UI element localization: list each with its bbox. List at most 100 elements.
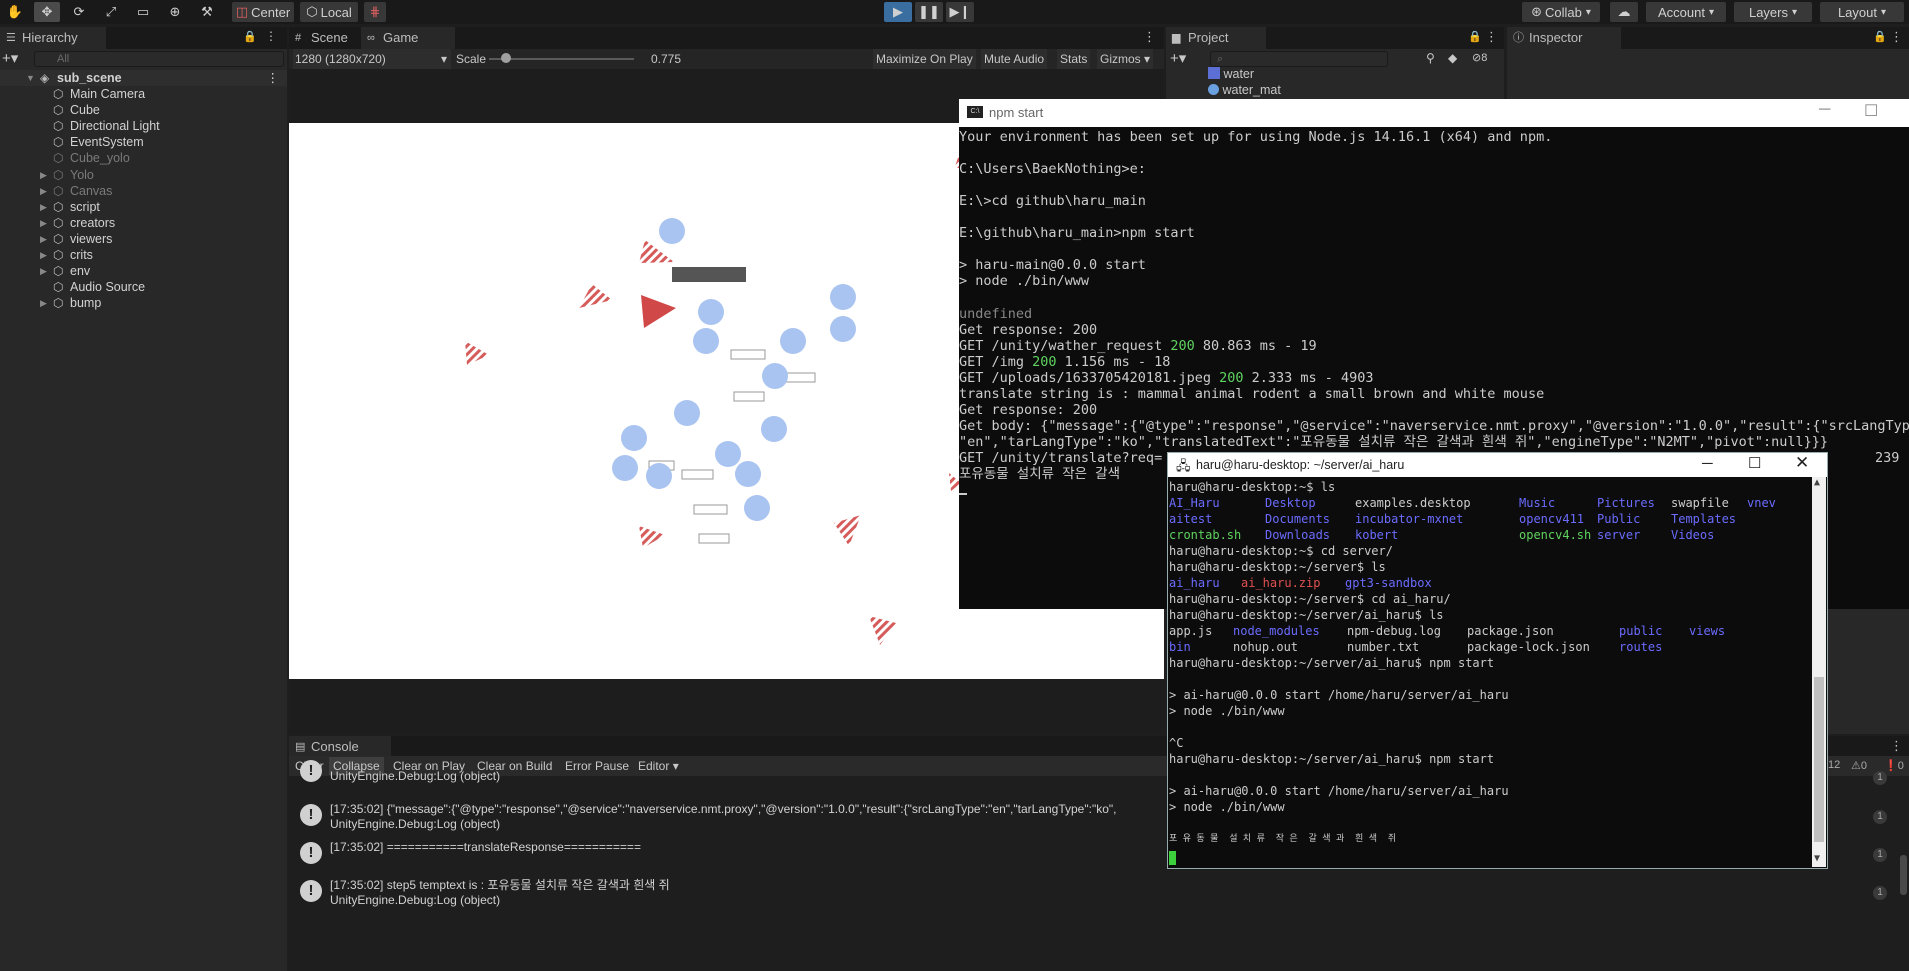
tab-project[interactable]: ▆ Project [1166, 27, 1266, 49]
resolution-dropdown[interactable]: 1280 (1280x720) ▾ [293, 49, 451, 69]
ssh-output: haru@haru-desktop:~$ ls AI_Haru Desktop ex… [1168, 479, 1808, 868]
expand-arrow-icon[interactable]: ▼ [26, 70, 35, 86]
add-icon[interactable]: +▾ [2, 49, 18, 67]
scale-slider[interactable] [489, 53, 634, 63]
ssh-scrollbar-thumb[interactable] [1814, 677, 1824, 842]
project-panel: ▆ Project 🔒 ⋮ +▾ ⌕ ⚲ ◆ ⊘8 water water_mat [1166, 27, 1504, 101]
npm-line: Get response: 200 [959, 401, 1098, 418]
transform-tool-icon[interactable]: ⊕ [162, 2, 188, 22]
filter-icon[interactable]: ⚲ [1426, 51, 1435, 65]
mute-audio-button[interactable]: Mute Audio [981, 49, 1048, 69]
ssh-close-icon[interactable]: ✕ [1795, 453, 1809, 473]
account-dropdown[interactable]: Account [1646, 2, 1726, 22]
hierarchy-item[interactable]: ▶ ⬡ crits [0, 247, 287, 263]
hierarchy-item[interactable]: ▶ ⬡ env [0, 263, 287, 279]
ls-entry: package.json [1467, 624, 1554, 638]
ssh-minimize-icon[interactable]: ─ [1702, 455, 1713, 472]
scene-menu-icon[interactable]: ⋮ [267, 70, 280, 86]
ls-entry: npm-debug.log [1347, 624, 1441, 638]
expand-arrow-icon[interactable]: ▶ [40, 295, 47, 311]
project-menu-icon[interactable]: ⋮ [1485, 29, 1498, 45]
tab-console[interactable]: ▤ Console [289, 736, 391, 758]
expand-arrow-icon[interactable]: ▶ [40, 263, 47, 279]
cloud-icon[interactable]: ☁ [1610, 2, 1638, 22]
project-search-input[interactable]: ⌕ [1210, 51, 1388, 67]
grid-snap-icon[interactable]: ⋕ [364, 2, 386, 22]
tab-hierarchy[interactable]: ☰ Hierarchy [0, 27, 106, 49]
hierarchy-item[interactable]: ▶ ⬡ viewers [0, 231, 287, 247]
collab-dropdown[interactable]: ⊛ Collab [1522, 2, 1600, 22]
hierarchy-item[interactable]: ▶ ⬡ creators [0, 215, 287, 231]
hierarchy-item[interactable]: ▶ ⬡ Yolo [0, 167, 287, 183]
ssh-titlebar[interactable]: 🖧 haru@haru-desktop: ~/server/ai_haru ─ … [1168, 453, 1827, 477]
hand-tool-icon[interactable]: ✋ [2, 2, 28, 22]
project-lock-icon[interactable]: 🔒 [1468, 30, 1482, 43]
console-log-entry[interactable]: ! [17:35:02] step5 temptext is : 포유동물 설치류… [0, 876, 1909, 910]
expand-arrow-icon[interactable]: ▶ [40, 215, 47, 231]
hierarchy-item[interactable]: ▶ ⬡ bump [0, 295, 287, 311]
play-button[interactable]: ▶ [884, 2, 912, 22]
game-menu-icon[interactable]: ⋮ [1143, 29, 1156, 45]
project-item-water-mat[interactable]: water_mat [1208, 83, 1498, 98]
label-icon[interactable]: ◆ [1448, 51, 1457, 65]
expand-arrow-icon[interactable]: ▶ [40, 231, 47, 247]
hierarchy-item[interactable]: ⬡ Cube_yolo [0, 150, 287, 166]
layers-dropdown[interactable]: Layers [1734, 2, 1812, 22]
rect-tool-icon[interactable]: ▭ [130, 2, 156, 22]
hierarchy-item[interactable]: ⬡ EventSystem [0, 134, 287, 150]
blue-dot [698, 299, 724, 325]
maximize-on-play-button[interactable]: Maximize On Play [873, 49, 976, 69]
custom-tool-icon[interactable]: ⚒ [194, 2, 220, 22]
inspector-menu-icon[interactable]: ⋮ [1890, 29, 1903, 45]
log-message: [17:35:02] step5 temptext is : 포유동물 설치류 … [330, 878, 670, 892]
ls-entry: bin [1169, 640, 1191, 654]
tab-inspector[interactable]: ⓘ Inspector [1507, 27, 1621, 49]
scale-slider-thumb[interactable] [501, 53, 511, 63]
stats-button[interactable]: Stats [1057, 49, 1091, 69]
project-add-icon[interactable]: +▾ [1170, 49, 1186, 67]
minimize-icon[interactable]: ─ [1819, 101, 1830, 119]
solid-triangle [641, 295, 676, 328]
blue-dot [646, 463, 672, 489]
console-scrollbar[interactable] [1900, 855, 1907, 895]
lock-icon[interactable]: 🔒 [243, 30, 257, 43]
hierarchy-item[interactable]: ⬡ Audio Source [0, 279, 287, 295]
striped-triangle [869, 616, 896, 645]
expand-arrow-icon[interactable]: ▶ [40, 183, 47, 199]
expand-arrow-icon[interactable]: ▶ [40, 167, 47, 183]
ssh-terminal-window[interactable]: 🖧 haru@haru-desktop: ~/server/ai_haru ─ … [1167, 452, 1828, 869]
npm-titlebar[interactable]: C:\ npm start ─ ☐ [959, 99, 1909, 127]
project-tabbar: ▆ Project 🔒 ⋮ [1166, 27, 1504, 49]
layout-dropdown[interactable]: Layout [1820, 2, 1904, 22]
hierarchy-item[interactable]: ▶ ⬡ script [0, 199, 287, 215]
tab-game[interactable]: ∞ Game [361, 27, 455, 49]
hierarchy-item[interactable]: ⬡ Main Camera [0, 86, 287, 102]
rotate-tool-icon[interactable]: ⟳ [66, 2, 92, 22]
scroll-up-icon[interactable]: ▲ [1814, 477, 1820, 488]
pivot-center-toggle[interactable]: ◫ Center [232, 2, 294, 22]
hierarchy-item[interactable]: ⬡ Directional Light [0, 118, 287, 134]
ssh-maximize-icon[interactable]: ☐ [1748, 454, 1761, 472]
project-item-water[interactable]: water [1208, 67, 1498, 82]
ssh-scrollbar[interactable]: ▲ ▼ [1812, 477, 1826, 867]
console-menu-icon[interactable]: ⋮ [1890, 738, 1903, 754]
hierarchy-item[interactable]: ▶ ⬡ Canvas [0, 183, 287, 199]
maximize-icon[interactable]: ☐ [1864, 101, 1878, 121]
hierarchy-search-input[interactable]: All [34, 51, 284, 67]
scene-row[interactable]: ▼ ◈ sub_scene ⋮ [0, 70, 287, 86]
pause-button[interactable]: ❚❚ [915, 2, 943, 22]
step-button[interactable]: ▶❙ [946, 2, 974, 22]
hidden-packages-icon[interactable]: ⊘8 [1472, 51, 1487, 64]
gizmos-dropdown[interactable]: Gizmos ▾ [1097, 49, 1154, 69]
gameobject-icon: ⬡ [53, 215, 64, 230]
hierarchy-item-label: script [70, 199, 100, 214]
scroll-down-icon[interactable]: ▼ [1814, 853, 1820, 864]
scale-tool-icon[interactable]: ⤢ [98, 2, 124, 22]
expand-arrow-icon[interactable]: ▶ [40, 247, 47, 263]
move-tool-icon[interactable]: ✥ [34, 2, 60, 22]
expand-arrow-icon[interactable]: ▶ [40, 199, 47, 215]
hierarchy-item[interactable]: ⬡ Cube [0, 102, 287, 118]
inspector-lock-icon[interactable]: 🔒 [1873, 30, 1887, 43]
menu-icon[interactable]: ⋮ [265, 29, 277, 43]
pivot-local-toggle[interactable]: ⬡ Local [300, 2, 358, 22]
